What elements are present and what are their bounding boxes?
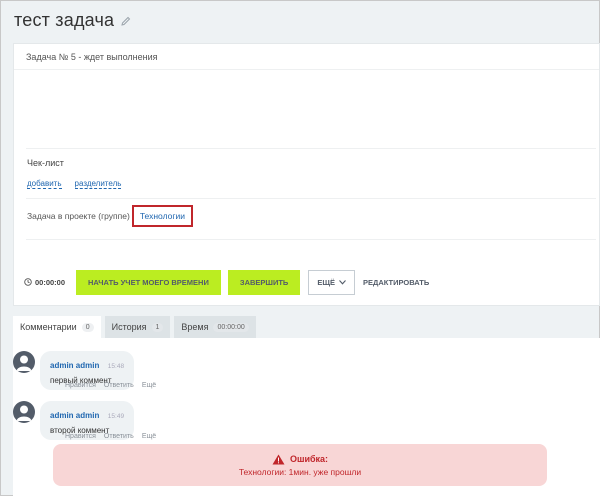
reply-link[interactable]: Ответить — [104, 382, 134, 389]
checklist-separator-link[interactable]: разделитель — [74, 179, 122, 189]
divider — [26, 148, 596, 149]
tab-label: История — [111, 322, 147, 332]
tab-comments[interactable]: Комментарии 0 — [13, 316, 101, 338]
tabs: Комментарии 0 История 1 Время 00:00:00 — [13, 316, 260, 338]
like-link[interactable]: Нравится — [65, 382, 96, 389]
checklist-links: добавить разделитель — [27, 179, 122, 189]
comment-actions: Нравится Ответить Ещё — [65, 382, 156, 389]
title-row: тест задача — [14, 7, 132, 33]
error-title: Ошибка: — [289, 454, 329, 464]
project-row: Задача в проекте (группе) Технологии — [27, 205, 193, 227]
comment-author[interactable]: admin admin — [50, 361, 99, 370]
error-title-row: Ошибка: — [272, 454, 328, 465]
reply-link[interactable]: Ответить — [104, 433, 134, 440]
checklist-add-link[interactable]: добавить — [27, 179, 62, 189]
comment-author[interactable]: admin admin — [50, 411, 99, 420]
task-status-line: Задача № 5 - ждет выполнения — [14, 44, 599, 70]
avatar[interactable] — [13, 401, 35, 423]
clock-icon — [24, 278, 32, 286]
project-link[interactable]: Технологии — [131, 205, 193, 227]
tab-history[interactable]: История 1 — [104, 316, 171, 338]
avatar[interactable] — [13, 351, 35, 373]
project-label: Задача в проекте (группе) — [27, 211, 130, 221]
chevron-down-icon — [339, 279, 346, 285]
user-icon — [16, 405, 32, 421]
warning-icon — [272, 454, 285, 464]
checklist-title: Чек-лист — [27, 158, 64, 168]
like-link[interactable]: Нравится — [65, 433, 96, 440]
more-button-label: ЕЩЁ — [317, 277, 335, 287]
tab-badge: 1 — [151, 322, 164, 332]
error-notification: Ошибка: Технологии: 1мин. уже прошли — [53, 444, 547, 486]
more-button[interactable]: ЕЩЁ — [308, 269, 355, 295]
tab-badge: 00:00:00 — [213, 322, 249, 332]
timer: 00:00:00 — [24, 278, 76, 287]
tab-badge: 0 — [81, 322, 94, 332]
task-card: Задача № 5 - ждет выполнения Чек-лист до… — [13, 43, 600, 306]
comment-time: 15:49 — [107, 413, 125, 420]
more-link[interactable]: Ещё — [142, 382, 156, 389]
action-bar: 00:00:00 НАЧАТЬ УЧЕТ МОЕГО ВРЕМЕНИ ЗАВЕР… — [24, 269, 429, 295]
more-link[interactable]: Ещё — [142, 433, 156, 440]
divider — [26, 198, 596, 199]
edit-button[interactable]: РЕДАКТИРОВАТЬ — [363, 278, 429, 287]
start-time-tracking-button[interactable]: НАЧАТЬ УЧЕТ МОЕГО ВРЕМЕНИ — [76, 269, 221, 295]
tab-time[interactable]: Время 00:00:00 — [174, 316, 256, 338]
page-title: тест задача — [14, 9, 115, 30]
user-icon — [16, 355, 32, 371]
task-window: тест задача Задача № 5 - ждет выполнения… — [0, 0, 600, 496]
tab-label: Комментарии — [20, 322, 77, 332]
comment-actions: Нравится Ответить Ещё — [65, 433, 156, 440]
divider — [26, 239, 596, 240]
comment-time: 15:48 — [107, 363, 125, 370]
error-message: Технологии: 1мин. уже прошли — [238, 466, 362, 477]
tab-label: Время — [181, 322, 209, 332]
timer-value: 00:00:00 — [35, 277, 66, 287]
pencil-icon[interactable] — [120, 14, 132, 26]
finish-button[interactable]: ЗАВЕРШИТЬ — [227, 269, 301, 295]
